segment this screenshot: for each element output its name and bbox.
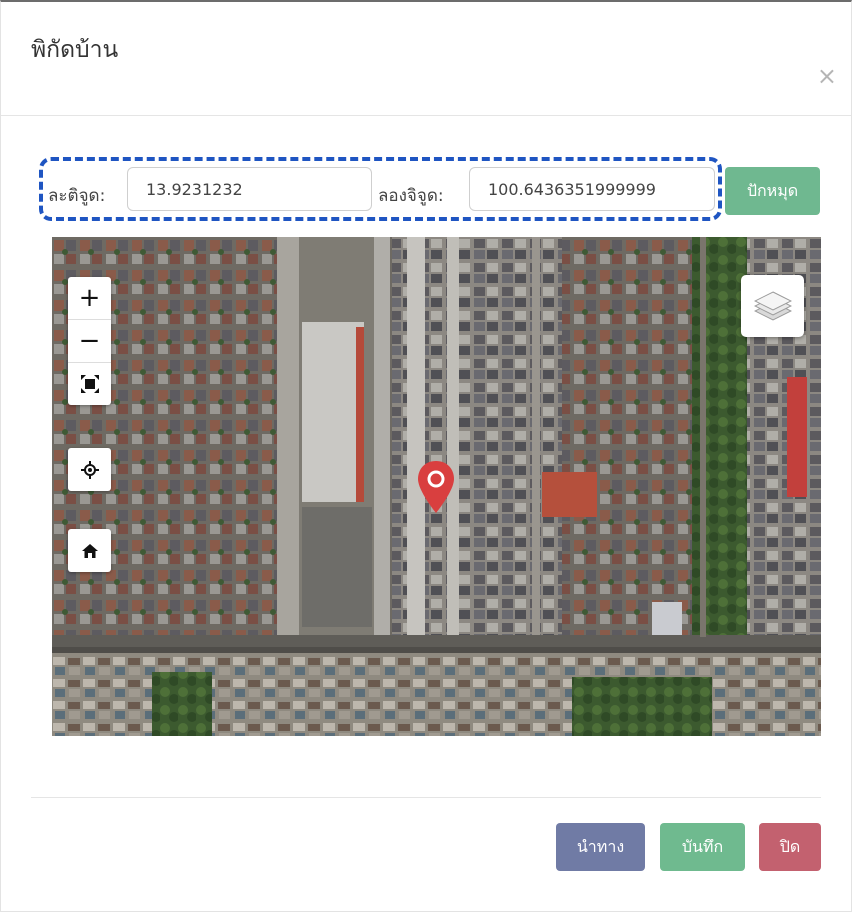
map-pin-icon[interactable] <box>416 460 456 514</box>
save-button[interactable]: บันทึก <box>660 823 745 871</box>
coordinates-modal: พิกัดบ้าน × ละติจูด: ลองจิจูด: ปักหมุด <box>0 0 852 912</box>
latitude-input[interactable] <box>127 167 372 211</box>
pin-button[interactable]: ปักหมุด <box>725 167 820 215</box>
zoom-in-icon[interactable]: + <box>68 277 111 320</box>
latitude-label: ละติจูด: <box>48 186 106 206</box>
modal-header: พิกัดบ้าน × <box>1 2 851 116</box>
satellite-map[interactable]: + − <box>52 237 821 736</box>
fit-extent-icon[interactable] <box>68 363 111 405</box>
modal-title: พิกัดบ้าน <box>31 37 119 63</box>
longitude-label: ลองจิจูด: <box>378 186 444 206</box>
home-icon[interactable] <box>68 529 111 572</box>
close-button[interactable]: ปิด <box>759 823 821 871</box>
navigate-button[interactable]: นำทาง <box>556 823 645 871</box>
footer-divider <box>31 797 821 798</box>
longitude-input[interactable] <box>469 167 715 211</box>
locate-icon[interactable] <box>68 448 111 491</box>
layers-icon[interactable] <box>741 275 804 337</box>
zoom-out-icon[interactable]: − <box>68 320 111 363</box>
close-icon[interactable]: × <box>817 64 837 88</box>
zoom-controls: + − <box>68 277 111 405</box>
